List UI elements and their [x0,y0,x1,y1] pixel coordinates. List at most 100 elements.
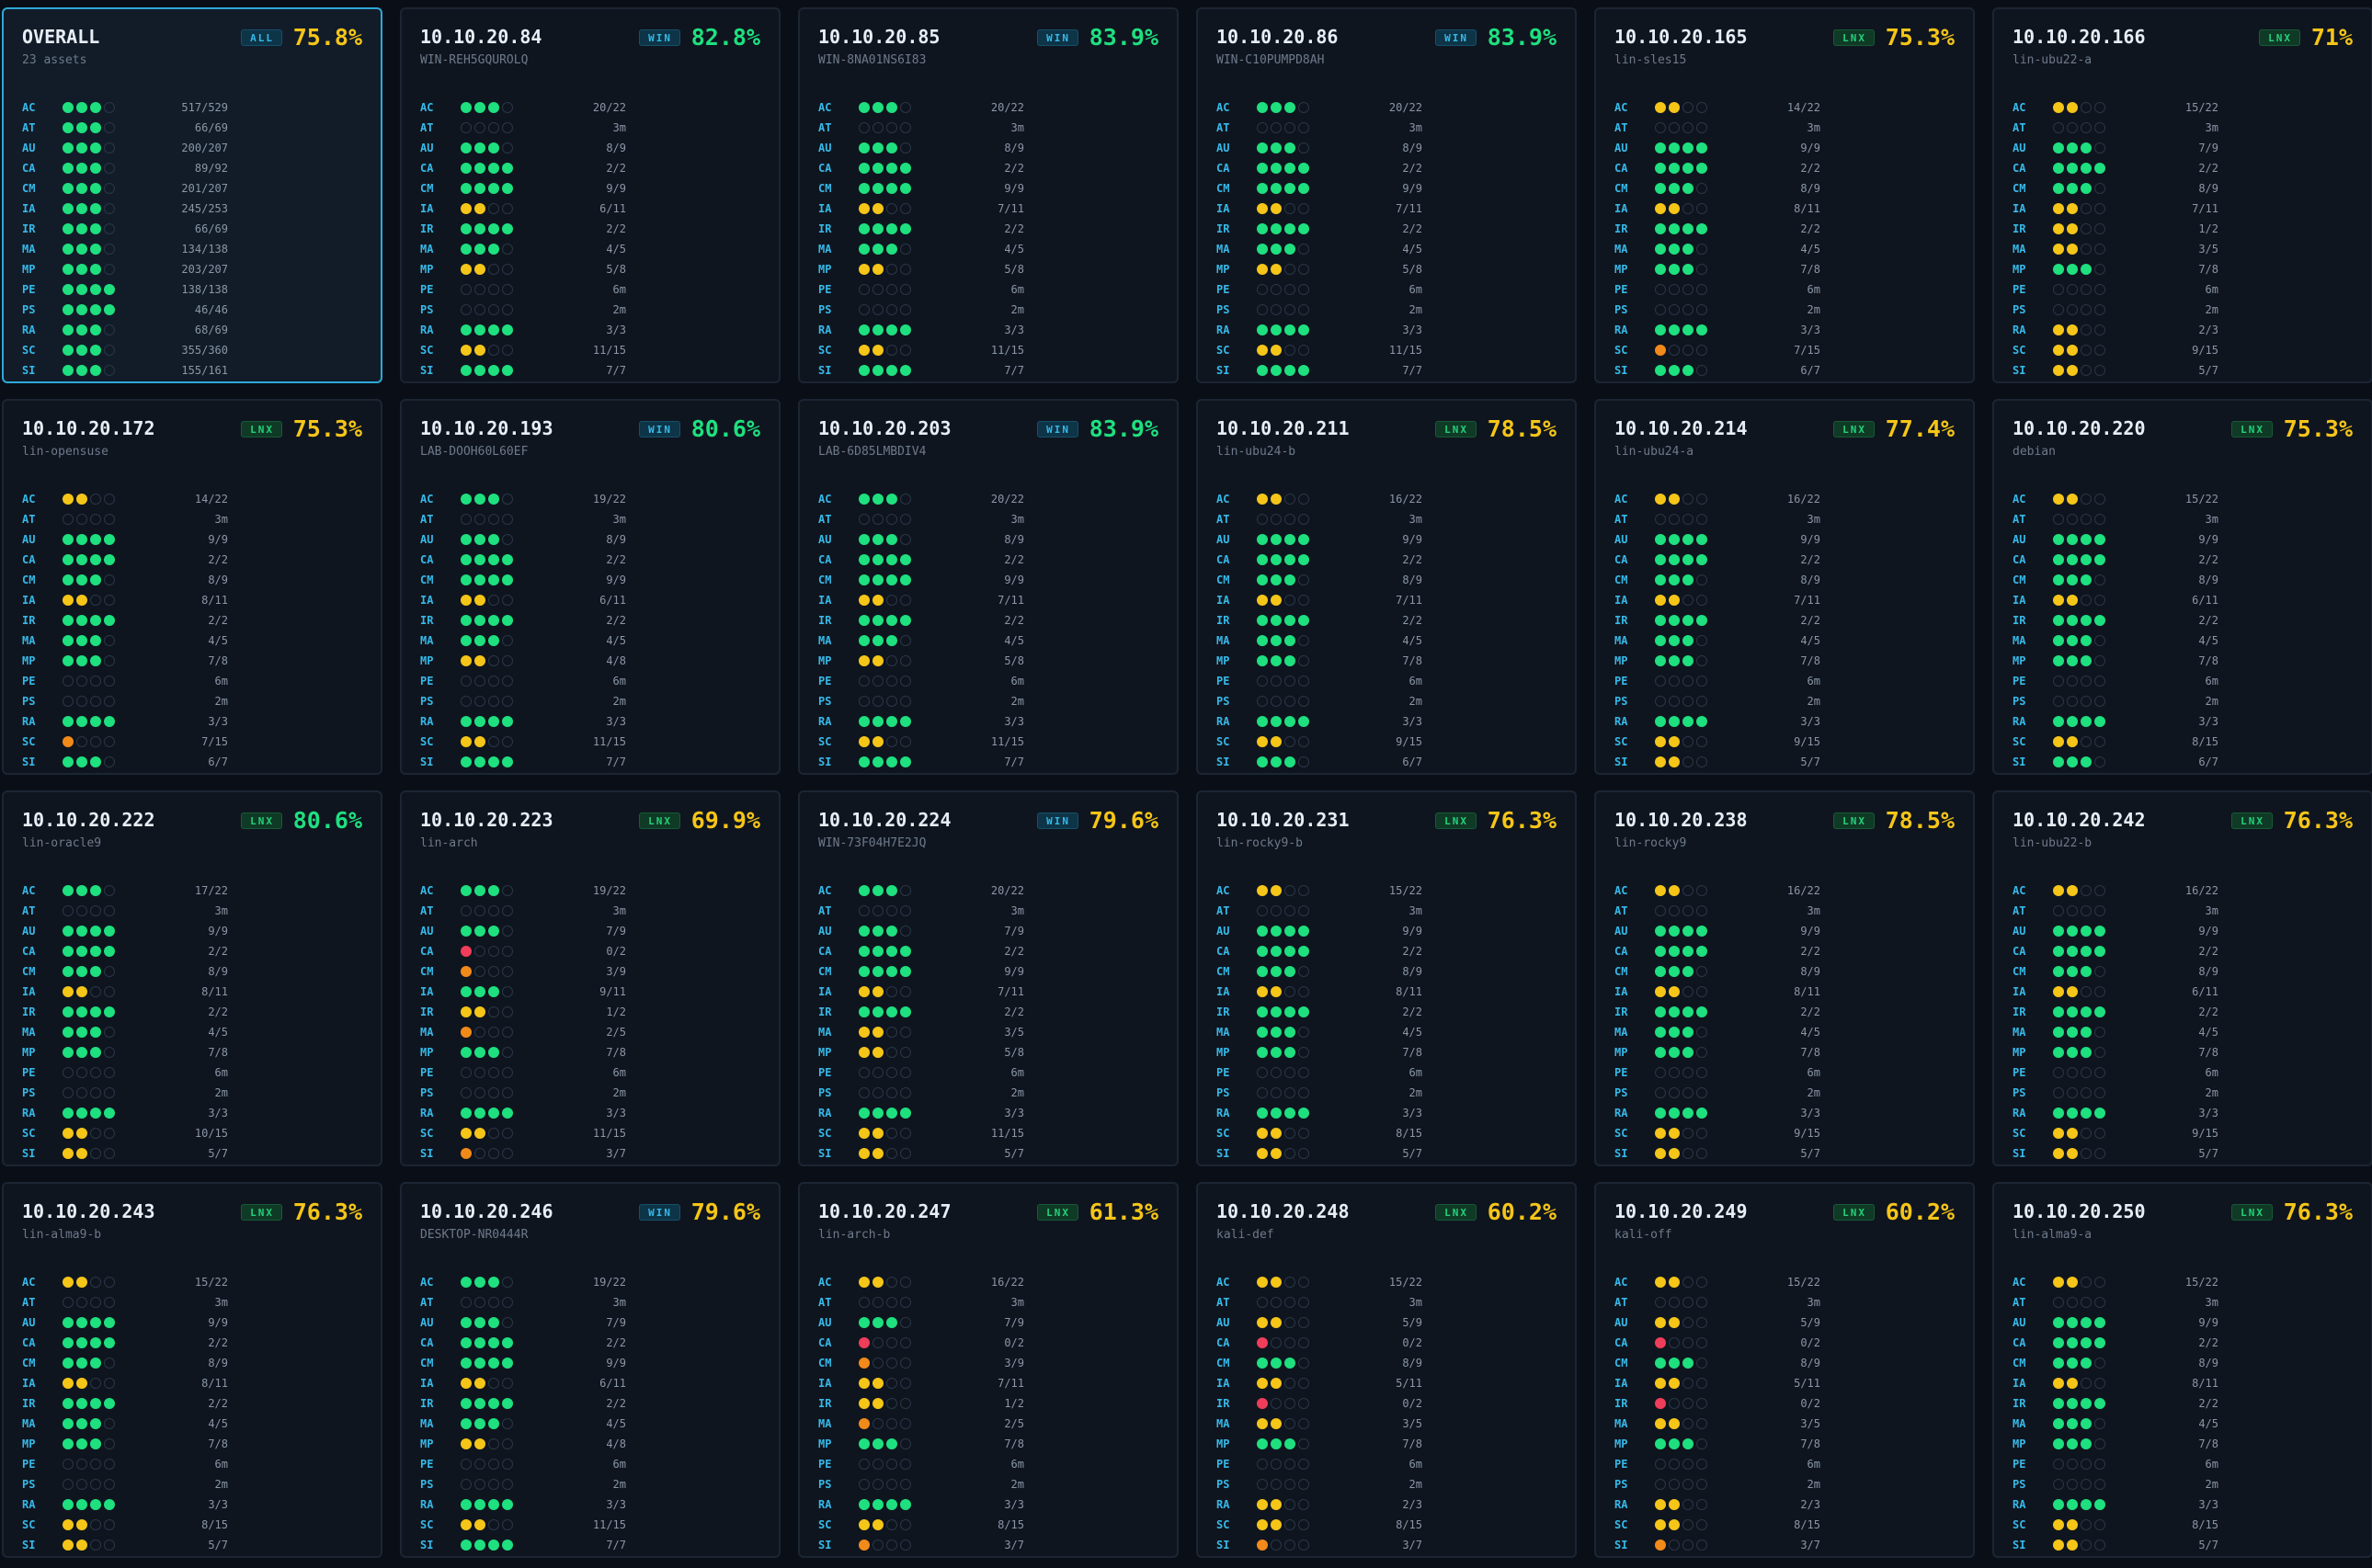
compliance-percent: 79.6% [1089,807,1158,834]
family-row-ac: AC 15/22 [2011,1272,2355,1292]
family-code: RA [420,1498,434,1511]
filled-dot [1257,163,1268,174]
family-score-value: 3/3 [2198,715,2218,728]
family-score-value: 7/15 [1794,344,1820,357]
family-code: CM [2013,182,2026,195]
filled-dot [461,1108,472,1119]
family-score-value: 4/5 [1800,1026,1820,1039]
family-score-value: 2m [612,1086,626,1099]
empty-dot [1696,514,1707,525]
filled-dot [488,885,499,896]
family-row-ia: IA 7/11 [816,982,1160,1002]
filled-dot [1655,345,1666,356]
asset-card[interactable]: 10.10.20.248 kali-def LNX 60.2% AC 15/22 AT 3m A… [1196,1182,1577,1558]
asset-card[interactable]: 10.10.20.84 WIN-REH5GQUROLQ WIN 82.8% AC 20/2… [400,7,781,383]
family-code: MP [818,1046,832,1059]
empty-dot [1682,1317,1693,1328]
filled-dot [502,1398,513,1409]
asset-card[interactable]: 10.10.20.231 lin-rocky9-b LNX 76.3% AC 15/22 A… [1196,790,1577,1166]
filled-dot [1271,736,1282,747]
empty-dot [886,1297,897,1308]
filled-dot [2067,494,2078,505]
family-code: MA [2013,1026,2026,1039]
family-code: AT [420,513,434,526]
family-code: IA [1614,1377,1628,1390]
empty-dot [900,1459,911,1470]
family-score-value: 2/2 [1402,222,1422,235]
filled-dot [502,183,513,194]
empty-dot [900,1027,911,1038]
score-dots [1655,635,1728,646]
asset-grid: OVERALL 23 assets ALL 75.8% AC 517/529 AT 66/69… [0,0,2372,1568]
filled-dot [1682,223,1693,234]
family-code: AC [1216,1276,1230,1289]
empty-dot [1284,1459,1295,1470]
filled-dot [1655,1027,1666,1038]
filled-dot [1284,163,1295,174]
family-code: IR [1216,222,1230,235]
family-code: PS [22,1086,36,1099]
filled-dot [1257,595,1268,606]
asset-card[interactable]: 10.10.20.86 WIN-C10PUMPD8AH WIN 83.9% AC 20/2… [1196,7,1577,383]
family-row-si: SI 7/7 [418,360,762,381]
score-dots [1655,716,1728,727]
family-score-value: 2m [214,1478,228,1491]
asset-card[interactable]: 10.10.20.222 lin-oracle9 LNX 80.6% AC 17/22 AT… [2,790,382,1166]
score-dots [2053,1128,2127,1139]
family-code: CA [818,553,832,566]
filled-dot [1257,736,1268,747]
score-dots [63,655,136,666]
asset-card[interactable]: 10.10.20.193 LAB-DOOH60L60EF WIN 80.6% AC 19/… [400,399,781,775]
asset-card[interactable]: 10.10.20.172 lin-opensuse LNX 75.3% AC 14/22 A… [2,399,382,775]
asset-subtitle: lin-arch [420,836,478,850]
score-dots [2053,223,2127,234]
asset-card[interactable]: 10.10.20.238 lin-rocky9 LNX 78.5% AC 16/22 AT 3… [1594,790,1975,1166]
empty-dot [1271,1479,1282,1490]
asset-card[interactable]: 10.10.20.203 LAB-6D85LMBDIV4 WIN 83.9% AC 20/… [798,399,1179,775]
filled-dot [488,574,499,585]
empty-dot [1298,635,1309,646]
asset-card[interactable]: 10.10.20.242 lin-ubu22-b LNX 76.3% AC 16/22 AT… [1992,790,2372,1166]
asset-card[interactable]: 10.10.20.224 WIN-73F04H7E2JQ WIN 79.6% AC 20/… [798,790,1179,1166]
family-score-value: 3m [2205,121,2218,134]
family-row-pe: PE 6m [2011,671,2355,691]
score-dots [63,885,136,896]
asset-card[interactable]: 10.10.20.247 lin-arch-b LNX 61.3% AC 16/22 AT 3… [798,1182,1179,1558]
asset-card[interactable]: 10.10.20.85 WIN-8NA01NS6I83 WIN 83.9% AC 20/2… [798,7,1179,383]
filled-dot [2067,946,2078,957]
family-code: CM [1216,1357,1230,1369]
filled-dot [1257,1128,1268,1139]
empty-dot [2081,736,2092,747]
asset-card[interactable]: 10.10.20.250 lin-alma9-a LNX 76.3% AC 15/22 AT… [1992,1182,2372,1558]
family-row-ps: PS 2m [20,1474,364,1494]
asset-card[interactable]: 10.10.20.220 debian LNX 75.3% AC 15/22 AT 3m AU 9… [1992,399,2372,775]
family-row-sc: SC 355/360 [20,340,364,360]
family-row-pe: PE 6m [1215,279,1558,300]
asset-card[interactable]: 10.10.20.166 lin-ubu22-a LNX 71% AC 15/22 AT 3m… [1992,7,2372,383]
asset-card[interactable]: 10.10.20.211 lin-ubu24-b LNX 78.5% AC 16/22 AT… [1196,399,1577,775]
filled-dot [474,163,485,174]
asset-card[interactable]: 10.10.20.249 kali-off LNX 60.2% AC 15/22 AT 3m A… [1594,1182,1975,1558]
asset-card[interactable]: 10.10.20.243 lin-alma9-b LNX 76.3% AC 15/22 AT… [2,1182,382,1558]
family-row-ac: AC 16/22 [1613,489,1956,509]
empty-dot [1284,1418,1295,1429]
filled-dot [1257,244,1268,255]
score-dots [2053,494,2127,505]
overall-summary-card[interactable]: OVERALL 23 assets ALL 75.8% AC 517/529 AT 66/69… [2,7,382,383]
asset-card[interactable]: 10.10.20.214 lin-ubu24-a LNX 77.4% AC 16/22 AT… [1594,399,1975,775]
asset-card[interactable]: 10.10.20.223 lin-arch LNX 69.9% AC 19/22 AT 3m A… [400,790,781,1166]
family-code: IA [1614,594,1628,607]
empty-dot [1257,676,1268,687]
asset-card[interactable]: 10.10.20.165 lin-sles15 LNX 75.3% AC 14/22 AT 3… [1594,7,1975,383]
filled-dot [461,1317,472,1328]
filled-dot [2081,574,2092,585]
asset-title: 10.10.20.85 [818,26,941,48]
family-row-pe: PE 6m [2011,279,2355,300]
filled-dot [1682,1438,1693,1449]
asset-title: 10.10.20.243 [22,1200,155,1222]
filled-dot [859,1398,870,1409]
asset-card[interactable]: 10.10.20.246 DESKTOP-NR0444R WIN 79.6% AC 19/… [400,1182,781,1558]
family-score-value: 2/2 [606,222,626,235]
score-dots [2053,1337,2127,1348]
family-score-value: 8/9 [1800,574,1820,586]
